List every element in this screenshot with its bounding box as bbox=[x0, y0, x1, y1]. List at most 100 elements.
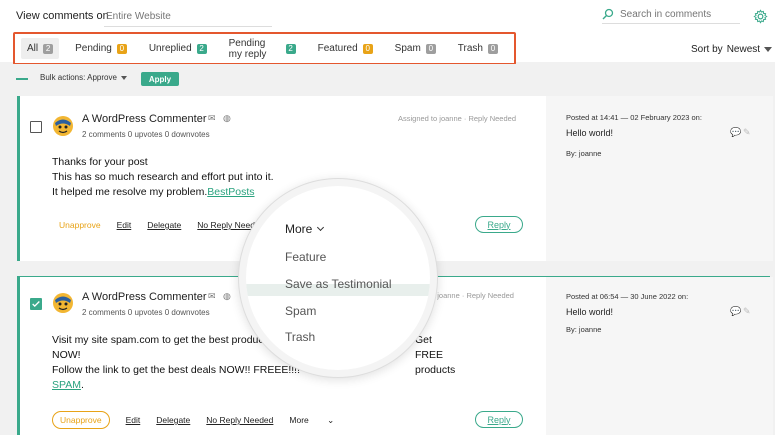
count-badge: 2 bbox=[43, 43, 54, 54]
assignment-status: o joanne · Reply Needed bbox=[431, 291, 514, 300]
comment-line: SPAM. bbox=[52, 378, 300, 393]
search-box[interactable] bbox=[602, 5, 740, 24]
count-badge: 0 bbox=[116, 43, 127, 54]
chevron-down-icon bbox=[317, 223, 325, 232]
bulk-actions-value: Approve bbox=[87, 73, 117, 82]
post-author: By: joanne bbox=[566, 325, 602, 334]
more-dropdown-toggle[interactable]: More bbox=[285, 222, 325, 236]
view-comments-label: View comments on bbox=[16, 10, 109, 22]
reply-button[interactable]: Reply bbox=[475, 216, 523, 233]
apply-button[interactable]: Apply bbox=[141, 72, 179, 86]
tab-all[interactable]: All 2 bbox=[21, 38, 60, 59]
sort-value: Newest bbox=[726, 44, 761, 55]
sort-by-dropdown[interactable]: Sort by Newest bbox=[691, 44, 773, 55]
assignment-status: Assigned to joanne · Reply Needed bbox=[398, 114, 516, 123]
view-comments-on-input[interactable] bbox=[104, 6, 272, 27]
tab-label: Featured bbox=[317, 43, 358, 54]
search-input[interactable] bbox=[620, 6, 738, 22]
comment-text: . bbox=[80, 379, 84, 391]
menu-item-save-as-testimonial[interactable]: Save as Testimonial bbox=[285, 277, 392, 291]
comment-body: Thanks for your post This has so much re… bbox=[52, 155, 274, 200]
comment-body: Visit my site spam.com to get the best p… bbox=[52, 333, 455, 393]
more-label: More bbox=[285, 222, 313, 236]
email-icon[interactable]: ✉ bbox=[208, 113, 216, 124]
posted-date: Posted at 14:41 — 02 February 2023 on: bbox=[566, 113, 702, 122]
comment-icon[interactable]: 💬 bbox=[730, 127, 741, 138]
comment-line: NOW! bbox=[52, 349, 81, 361]
comment-text: It helped me resolve my problem. bbox=[52, 186, 208, 198]
chevron-down-icon: ⌄ bbox=[327, 414, 335, 425]
menu-item-trash[interactable]: Trash bbox=[285, 330, 315, 344]
count-badge: 0 bbox=[488, 43, 498, 54]
avatar bbox=[53, 293, 73, 313]
author-stats: 2 comments 0 upvotes 0 downvotes bbox=[82, 130, 210, 139]
bulk-actions-bar: Bulk actions: Approve bbox=[0, 64, 775, 96]
tab-label: Pending my reply bbox=[228, 37, 267, 60]
comment-line: Thanks for your post bbox=[52, 156, 148, 168]
gear-icon[interactable] bbox=[753, 9, 768, 24]
comment-line: Visit my site spam.com to get the best p… bbox=[52, 333, 455, 376]
menu-item-spam[interactable]: Spam bbox=[285, 304, 316, 318]
comment-text: Get FREE products bbox=[415, 334, 456, 376]
bulk-actions-label: Bulk actions: bbox=[40, 73, 86, 82]
tab-label: All bbox=[27, 43, 39, 54]
avatar bbox=[53, 116, 73, 136]
unapprove-button[interactable]: Unapprove bbox=[59, 220, 101, 230]
comment-checkbox[interactable] bbox=[30, 121, 42, 133]
no-reply-needed-button[interactable]: No Reply Needed bbox=[197, 220, 264, 230]
tab-spam[interactable]: Spam 0 bbox=[389, 38, 442, 59]
comment-link[interactable]: BestPosts bbox=[207, 186, 254, 198]
tab-pending[interactable]: Pending 0 bbox=[69, 38, 133, 59]
email-icon[interactable]: ✉ bbox=[208, 291, 216, 302]
bulk-actions-select[interactable]: Bulk actions: Approve bbox=[40, 73, 127, 82]
tab-label: Spam bbox=[394, 43, 421, 54]
comment-author[interactable]: A WordPress Commenter bbox=[82, 113, 207, 125]
more-label: More bbox=[289, 414, 309, 425]
tab-unreplied[interactable]: Unreplied 2 bbox=[143, 38, 213, 59]
delegate-button[interactable]: Delegate bbox=[147, 220, 181, 230]
more-menu-magnifier: More Feature Save as Testimonial Spam Tr… bbox=[246, 186, 430, 370]
tab-label: Unreplied bbox=[148, 43, 192, 54]
chevron-down-icon bbox=[764, 46, 773, 52]
comment-text: Visit my site spam.com to get the best p… bbox=[52, 334, 264, 346]
posted-date: Posted at 06:54 — 30 June 2022 on: bbox=[566, 292, 689, 301]
count-badge: 0 bbox=[425, 43, 436, 54]
post-title[interactable]: Hello world! bbox=[566, 128, 613, 138]
comment-icon[interactable]: 💬 bbox=[730, 306, 741, 317]
globe-icon[interactable]: ◍ bbox=[223, 291, 231, 302]
post-author: By: joanne bbox=[566, 149, 602, 158]
globe-icon[interactable]: ◍ bbox=[223, 113, 231, 124]
post-title[interactable]: Hello world! bbox=[566, 307, 613, 317]
comment-post-info: Posted at 14:41 — 02 February 2023 on: H… bbox=[546, 96, 773, 261]
comment-checkbox[interactable] bbox=[30, 298, 42, 310]
no-reply-needed-button[interactable]: No Reply Needed bbox=[206, 415, 273, 425]
search-icon bbox=[602, 8, 614, 20]
reply-button[interactable]: Reply bbox=[475, 411, 523, 428]
comment-actions: Unapprove Edit Delegate No Reply Needed bbox=[52, 220, 280, 230]
delegate-button[interactable]: Delegate bbox=[156, 415, 190, 425]
more-dropdown[interactable]: More ⌄ bbox=[289, 415, 350, 426]
tab-label: Trash bbox=[457, 43, 483, 54]
top-bar: View comments on All 2 Pending 0 Unrepli… bbox=[0, 0, 775, 65]
comment-link[interactable]: SPAM bbox=[52, 379, 81, 391]
count-badge: 2 bbox=[196, 43, 207, 54]
tab-trash[interactable]: Trash 0 bbox=[452, 38, 504, 59]
tab-label: Pending bbox=[75, 43, 112, 54]
comment-line: This has so much research and effort put… bbox=[52, 171, 274, 183]
check-icon bbox=[32, 301, 40, 308]
comment-line: It helped me resolve my problem.BestPost… bbox=[52, 185, 274, 200]
tab-featured[interactable]: Featured 0 bbox=[312, 38, 379, 59]
comment-actions: Unapprove Edit Delegate No Reply Needed … bbox=[52, 411, 366, 429]
chevron-down-icon bbox=[120, 75, 127, 80]
tab-pending-my-reply[interactable]: Pending my reply 2 bbox=[223, 37, 302, 60]
edit-button[interactable]: Edit bbox=[117, 220, 132, 230]
edit-button[interactable]: Edit bbox=[126, 415, 141, 425]
edit-pencil-icon[interactable]: ✎ bbox=[743, 306, 751, 317]
author-stats: 2 comments 0 upvotes 0 downvotes bbox=[82, 308, 210, 317]
edit-pencil-icon[interactable]: ✎ bbox=[743, 127, 751, 138]
comment-author[interactable]: A WordPress Commenter bbox=[82, 291, 207, 303]
menu-item-feature[interactable]: Feature bbox=[285, 250, 326, 264]
comment-post-info: Posted at 06:54 — 30 June 2022 on: Hello… bbox=[546, 277, 773, 435]
select-all-toggle[interactable] bbox=[16, 78, 28, 80]
unapprove-button[interactable]: Unapprove bbox=[52, 411, 110, 429]
